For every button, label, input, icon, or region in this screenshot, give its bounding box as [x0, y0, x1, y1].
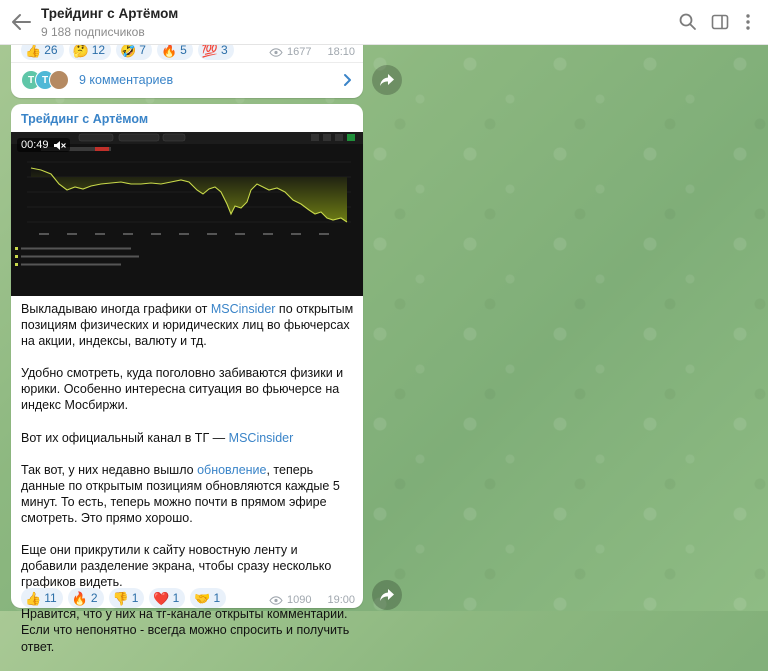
channel-name[interactable]: Трейдинг с Артёмом: [21, 112, 148, 126]
text-segment: Удобно смотреть, куда поголовно забивают…: [21, 366, 344, 413]
chat-header: Трейдинг с Артёмом 9 188 подписчиков: [0, 0, 768, 45]
text-paragraph: Удобно смотреть, куда поголовно забивают…: [21, 365, 357, 413]
arrow-left-icon: [12, 14, 31, 30]
message-time: 19:00: [327, 594, 355, 606]
commenter-avatars: TT: [11, 70, 69, 90]
reaction-count: 1: [131, 591, 139, 605]
reaction-emoji: 🤔: [72, 42, 89, 58]
share-arrow-icon: [380, 589, 394, 601]
text-paragraph: Нравится, что у них на тг-канале открыты…: [21, 606, 357, 654]
subscriber-count: 9 188 подписчиков: [41, 25, 145, 39]
text-paragraph: Так вот, у них недавно вышло обновление,…: [21, 462, 357, 526]
text-segment: Выкладываю иногда графики от: [21, 302, 211, 316]
reaction-count: 5: [180, 43, 187, 57]
reaction-emoji: 💯: [201, 42, 219, 58]
reaction-count: 1: [172, 591, 180, 605]
reaction-count: 26: [44, 43, 58, 57]
share-button[interactable]: [372, 580, 402, 610]
comments-button[interactable]: TT 9 комментариев: [11, 62, 363, 97]
reaction-pill[interactable]: 🔥 2: [67, 588, 104, 608]
comments-label: 9 комментариев: [79, 73, 174, 87]
reaction-emoji: 👍: [25, 42, 42, 58]
video-timestamp: 00:49: [17, 138, 70, 152]
reaction-count: 7: [139, 43, 146, 57]
chevron-right-icon: [344, 74, 351, 86]
reaction-emoji: 🔥: [71, 590, 88, 606]
text-segment: Так вот, у них недавно вышло: [21, 462, 198, 477]
reaction-emoji: 👎: [112, 590, 129, 606]
reaction-emoji: 👍: [25, 590, 42, 606]
reaction-count: 2: [90, 591, 98, 605]
message-meta: 1677 18:10: [269, 46, 355, 58]
message-bubble: Трейдинг с Артёмом 00:49 Выкладываю иног…: [11, 104, 363, 654]
views-count: 1677: [286, 46, 312, 58]
reaction-pill[interactable]: 🤝 1: [190, 588, 227, 608]
text-link[interactable]: MSCinsider: [211, 302, 276, 316]
text-segment: Вот их официальный канал в ТГ —: [21, 430, 229, 445]
reactions-bar: 👍 11 🔥 2 👎 1 ❤️ 1 🤝 1: [21, 588, 227, 608]
channel-title[interactable]: Трейдинг с Артёмом: [41, 6, 178, 21]
text-segment: Еще они прикрутили к сайту новостную лен…: [21, 543, 332, 590]
reaction-count: 12: [91, 43, 106, 57]
reaction-emoji: 🤣: [120, 42, 137, 58]
text-segment: Нравится, что у них на тг-канале открыты…: [21, 607, 350, 654]
text-link[interactable]: MSCinsider: [229, 431, 294, 445]
reaction-pill[interactable]: 👎 1: [108, 588, 145, 608]
video-time-label: 00:49: [21, 139, 49, 151]
message-text: Выкладываю иногда графики от MSCinsider …: [21, 301, 357, 671]
views-icon: [269, 47, 283, 57]
video-player[interactable]: 00:49: [11, 132, 363, 296]
commenter-avatar: [49, 70, 69, 90]
views-count: 1090: [286, 594, 312, 606]
sidebar-icon: [711, 14, 729, 30]
reaction-count: 11: [44, 591, 57, 605]
video-frame: [11, 132, 363, 296]
reaction-emoji: 🔥: [160, 42, 178, 58]
reaction-emoji: ❤️: [153, 590, 170, 606]
message-meta: 1090 19:00: [269, 594, 355, 606]
search-button[interactable]: [678, 12, 698, 32]
reaction-pill[interactable]: ❤️ 1: [149, 588, 186, 608]
message-time: 18:10: [327, 46, 355, 58]
reaction-count: 3: [221, 43, 228, 57]
share-arrow-icon: [380, 74, 394, 86]
more-options-button[interactable]: [738, 12, 758, 32]
text-paragraph: Еще они прикрутили к сайту новостную лен…: [21, 542, 357, 590]
back-button[interactable]: [10, 12, 32, 32]
more-vertical-icon: [746, 14, 750, 30]
text-link[interactable]: обновление: [197, 463, 266, 477]
reaction-count: 1: [213, 591, 221, 605]
reaction-emoji: 🤝: [194, 590, 211, 606]
sidebar-toggle-button[interactable]: [710, 12, 730, 32]
views-icon: [269, 595, 283, 605]
text-paragraph: Вот их официальный канал в ТГ — MSCinsid…: [21, 430, 357, 446]
reaction-pill[interactable]: 👍 11: [21, 588, 63, 608]
search-icon: [679, 13, 696, 30]
text-paragraph: Выкладываю иногда графики от MSCinsider …: [21, 301, 357, 349]
share-button[interactable]: [372, 65, 402, 95]
muted-speaker-icon[interactable]: [53, 140, 66, 151]
